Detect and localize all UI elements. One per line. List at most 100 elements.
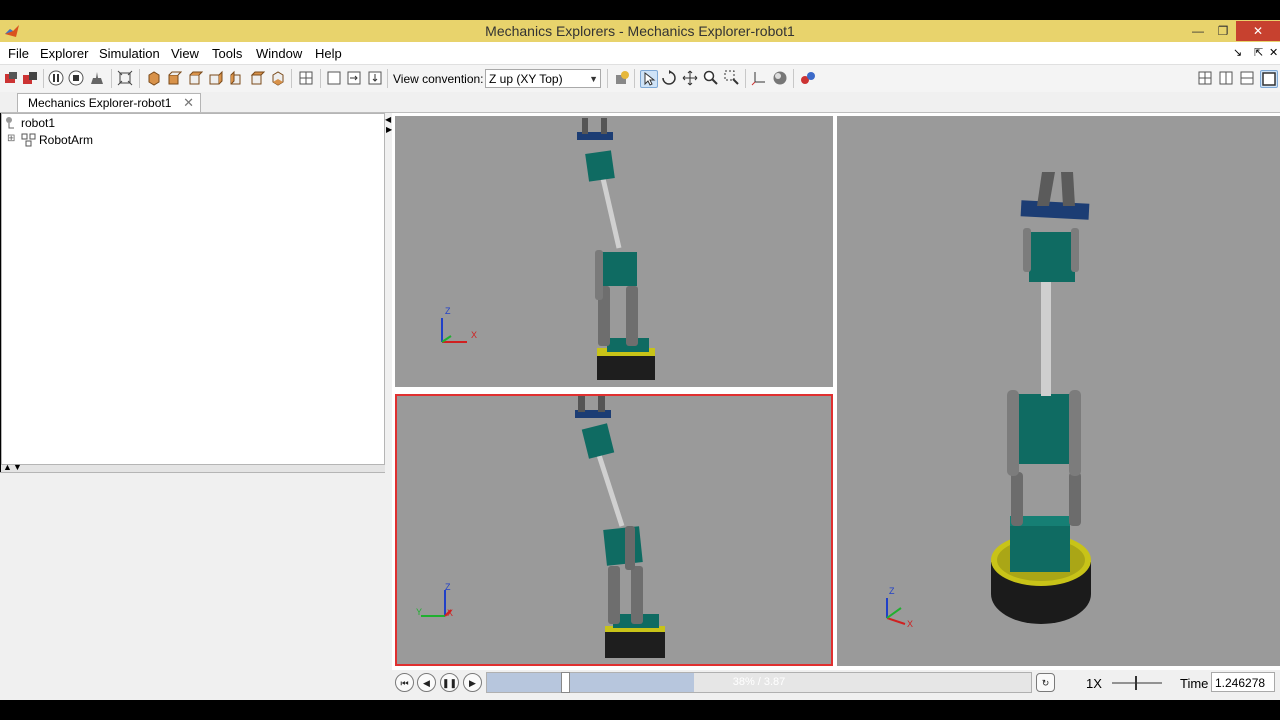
tree-node-robotarm[interactable]: RobotArm [39,133,93,147]
menu-tools[interactable]: Tools [212,46,242,61]
view-convention-label: View convention: [393,72,484,86]
pause-button[interactable]: ❚❚ [440,673,459,692]
mechanics-explorer-icon[interactable] [800,70,816,86]
close-icon: ✕ [1252,24,1264,38]
minimize-icon: — [1192,24,1204,38]
vertical-splitter[interactable]: ◀ ▶ [385,113,392,700]
split-right-icon[interactable] [346,70,362,86]
restore-icon: ❐ [1217,24,1229,38]
properties-pane [0,472,386,701]
window-title: Mechanics Explorers - Mechanics Explorer… [485,23,795,39]
undock-icon[interactable]: ⇱ [1254,46,1263,59]
single-pane-icon[interactable] [326,70,342,86]
skip-back-icon: ⏮ [400,678,409,688]
axis-x-label: X [907,619,913,629]
axis-y-label: Y [416,607,422,617]
axis-x-label: X [447,608,453,618]
dock-arrow-icon[interactable]: ↘ [1233,46,1242,59]
pane-splitter[interactable]: ▲ ▼ [1,462,386,472]
split-down-icon[interactable] [367,70,383,86]
menu-file[interactable]: File [8,46,29,61]
playback-bar: ⏮ ◀ ❚❚ ▶ 38% / 3.87 ↻ 1X Time 1.246278 [392,670,1280,700]
axis-z-label: Z [445,582,451,592]
layout-two-row-icon[interactable] [1239,70,1255,86]
subsystem-icon [21,133,36,147]
step-back-icon: ◀ [423,678,430,688]
time-input[interactable]: 1.246278 [1211,672,1275,692]
open-model-icon[interactable] [3,70,19,86]
pause-icon[interactable] [48,70,64,86]
view-left-icon[interactable] [207,70,223,86]
playback-progress[interactable]: 38% / 3.87 [486,672,1032,693]
robot-arm-view: Z X [441,118,655,380]
tab-label: Mechanics Explorer-robot1 [28,96,172,110]
title-bar: Mechanics Explorers - Mechanics Explorer… [0,20,1280,42]
toolbar: View convention: Z up (XY Top) ▼ [0,65,1280,93]
layout-two-column-icon[interactable] [1218,70,1234,86]
tab-mechanics-explorer-robot1[interactable]: Mechanics Explorer-robot1 ✕ [17,93,201,112]
pan-icon[interactable] [682,70,698,86]
minimize-button[interactable]: — [1185,21,1211,41]
loop-icon: ↻ [1041,678,1050,688]
viewport-top[interactable]: Z X [395,116,833,387]
collapse-down-icon[interactable]: ▼ [13,462,22,472]
document-tab-bar: Mechanics Explorer-robot1 ✕ [0,92,1280,113]
lighting-icon[interactable] [614,70,630,86]
restore-button[interactable]: ❐ [1210,21,1236,41]
model-root-icon [6,117,14,129]
step-forward-button[interactable]: ▶ [463,673,482,692]
speed-slider[interactable] [1110,673,1164,693]
menu-view[interactable]: View [171,46,199,61]
viewport-right[interactable]: Z X [837,116,1280,666]
rewind-button[interactable]: ⏮ [395,673,414,692]
axis-x-label: X [471,330,477,340]
tree-node-robot1[interactable]: robot1 [21,116,55,130]
layout-single-icon[interactable] [1260,70,1278,88]
view-bottom-icon[interactable] [270,70,286,86]
model-browser-icon[interactable] [22,70,38,86]
robot-arm-view: Z X [886,172,1091,629]
view-back-icon[interactable] [187,70,203,86]
menu-explorer[interactable]: Explorer [40,46,88,61]
close-tab-icon[interactable]: ✕ [183,95,194,111]
close-button[interactable]: ✕ [1236,21,1280,41]
fit-to-view-icon[interactable] [117,70,133,86]
select-pointer-icon[interactable] [640,70,658,88]
view-convention-select[interactable]: Z up (XY Top) ▼ [485,69,601,88]
close-doc-icon[interactable]: ✕ [1269,46,1278,59]
sphere-render-icon[interactable] [772,70,788,86]
expand-icon[interactable]: ⊞ [7,133,15,144]
frames-icon[interactable] [751,70,767,86]
view-iso-icon[interactable] [146,70,162,86]
robot-arm-view: Z Y X [416,396,665,658]
loop-button[interactable]: ↻ [1036,673,1055,692]
stop-icon[interactable] [68,70,84,86]
collapse-up-icon[interactable]: ▲ [3,462,12,472]
step-forward-icon: ▶ [469,678,476,688]
axis-z-label: Z [889,586,895,596]
playback-speed-label: 1X [1086,676,1102,691]
menu-simulation[interactable]: Simulation [99,46,160,61]
step-back-button[interactable]: ◀ [417,673,436,692]
chevron-down-icon: ▼ [589,74,598,84]
collapse-left-icon[interactable]: ◀ [385,115,391,124]
layout-four-icon[interactable] [1197,70,1213,86]
view-front-icon[interactable] [166,70,182,86]
screen-border [0,700,1280,720]
model-tree: robot1 ⊞ RobotArm [1,113,385,465]
grid-icon[interactable] [298,70,314,86]
menu-window[interactable]: Window [256,46,302,61]
view-right-icon[interactable] [228,70,244,86]
view-top-icon[interactable] [249,70,265,86]
zoom-box-icon[interactable] [724,70,740,86]
view-convention-value: Z up (XY Top) [489,72,563,86]
menu-help[interactable]: Help [315,46,342,61]
viewport-bottom-selected[interactable]: Z Y X [395,394,833,666]
progress-text: 38% / 3.87 [732,676,786,688]
axis-z-label: Z [445,306,451,316]
menu-bar: File Explorer Simulation View Tools Wind… [0,42,1280,65]
zoom-icon[interactable] [703,70,719,86]
rotate-icon[interactable] [661,70,677,86]
record-icon[interactable] [89,70,105,86]
pause-icon: ❚❚ [441,678,458,688]
